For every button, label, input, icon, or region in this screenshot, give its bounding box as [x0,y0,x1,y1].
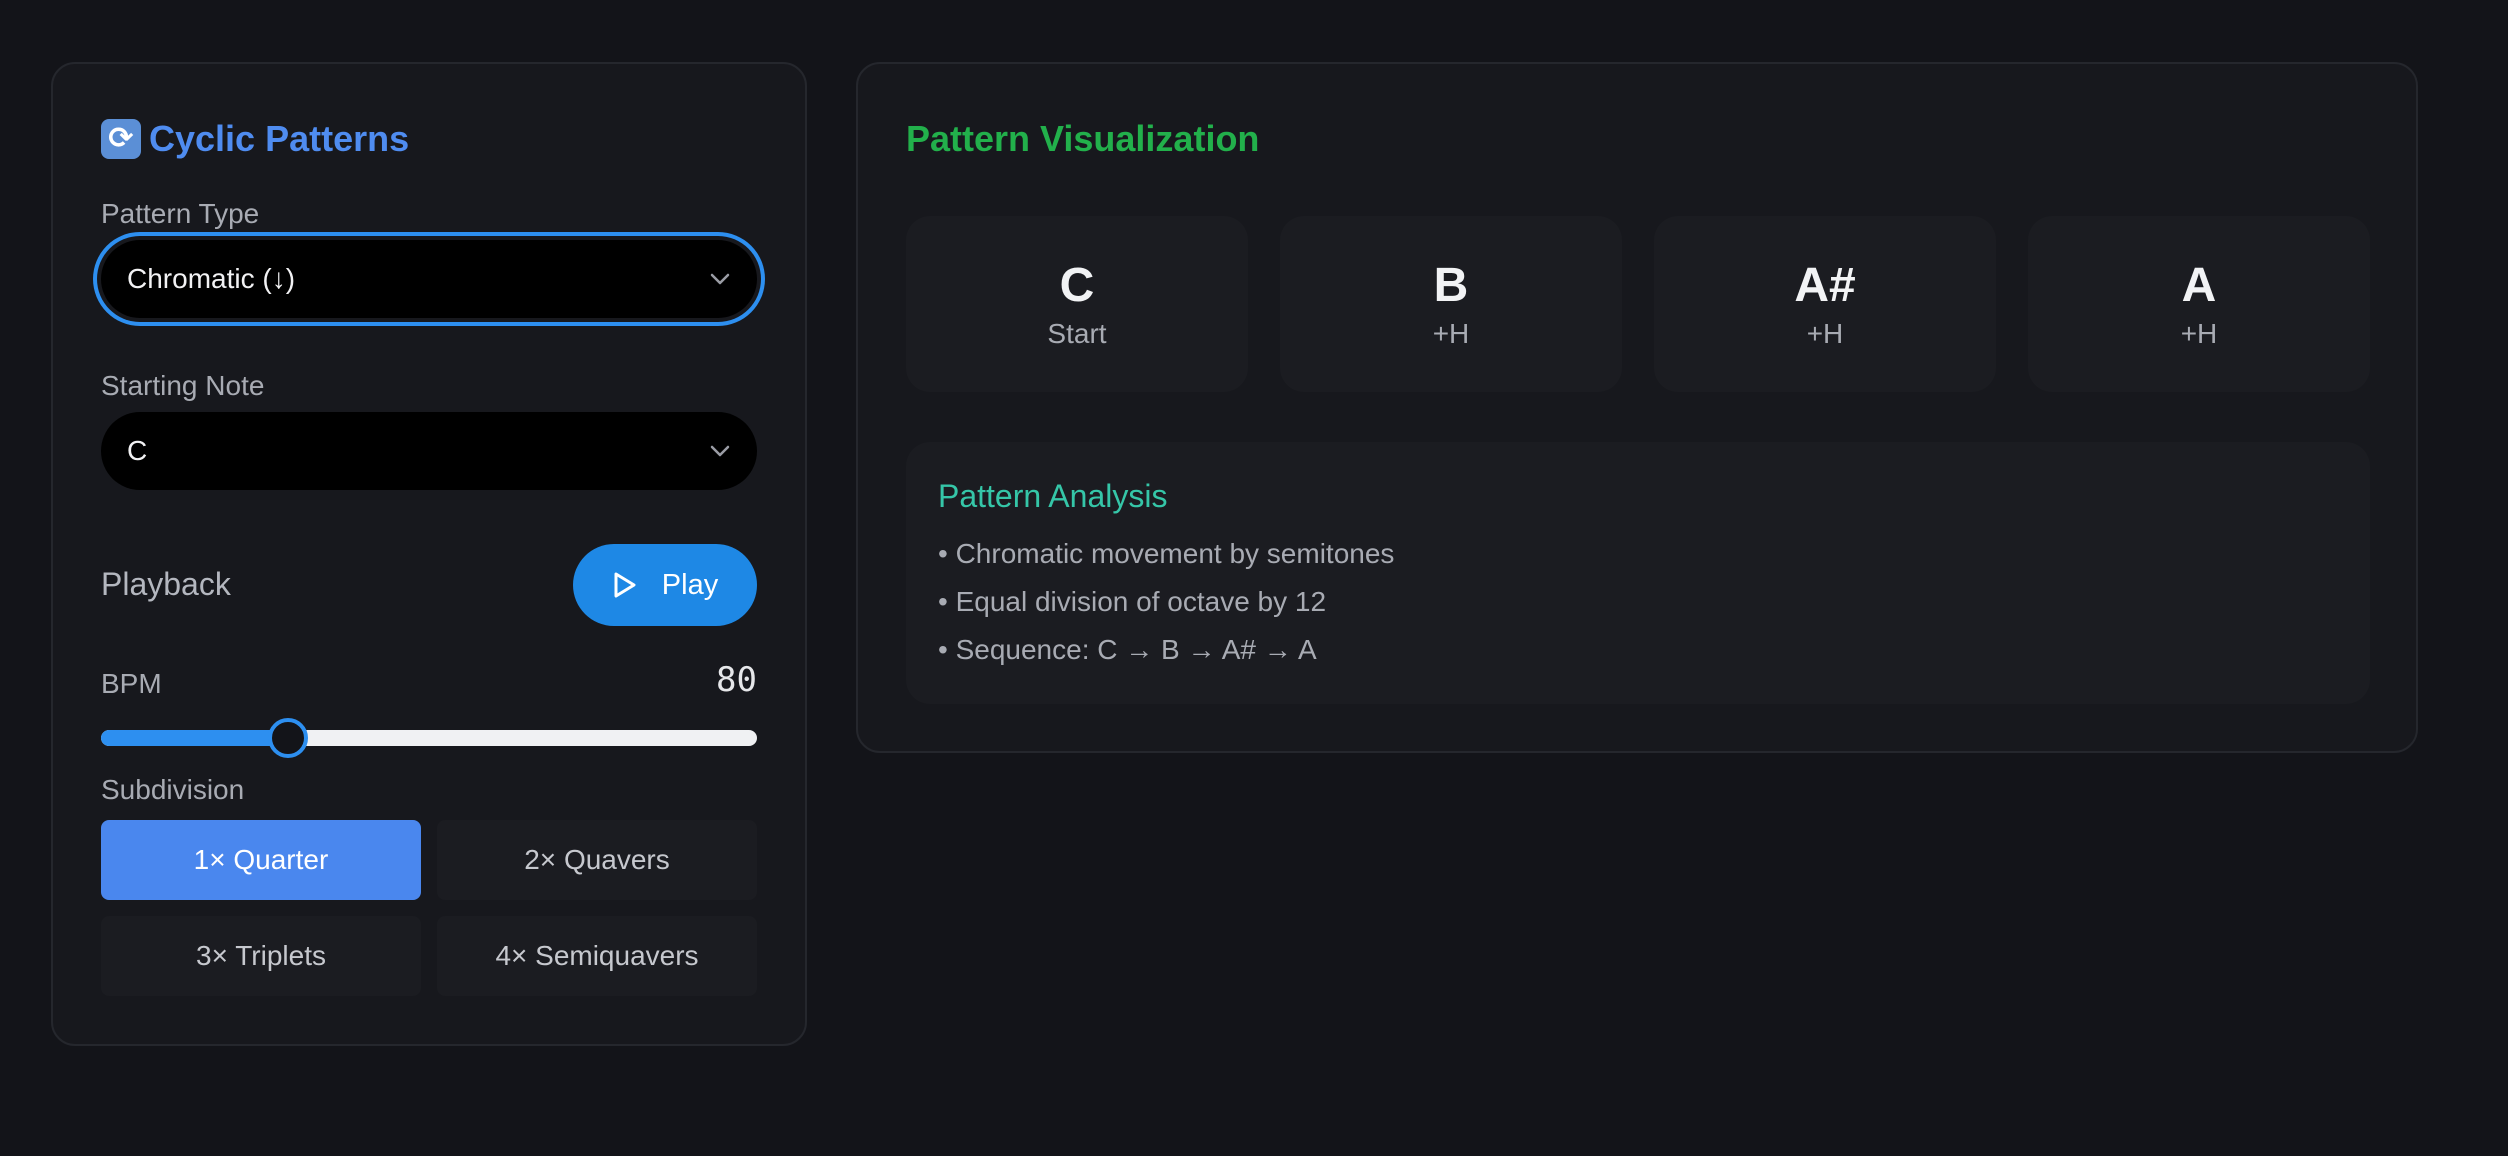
visualization-title: Pattern Visualization [906,118,1260,159]
subdivision-option-semiquavers[interactable]: 4× Semiquavers [437,916,757,996]
starting-note-label: Starting Note [101,370,265,401]
play-icon [614,572,636,598]
note-card: B +H [1280,216,1622,392]
refresh-icon: ⟳ [101,119,141,159]
analysis-title: Pattern Analysis [938,478,1168,514]
bpm-slider[interactable] [101,718,757,758]
chevron-down-icon [710,445,730,457]
analysis-line: • Equal division of octave by 12 [938,586,1327,617]
pattern-type-label: Pattern Type [101,198,260,229]
note-card: C Start [906,216,1248,392]
note-interval: +H [2180,318,2218,349]
starting-note-value: C [127,435,148,466]
bpm-slider-fill [101,730,288,746]
subdivision-option-quarter[interactable]: 1× Quarter [101,820,421,900]
pattern-type-value: Chromatic (↓) [127,263,296,294]
chevron-down-icon [710,273,730,285]
note-card: A# +H [1654,216,1996,392]
panel-title: ⟳ Cyclic Patterns [101,116,409,162]
subdivision-option-triplets[interactable]: 3× Triplets [101,916,421,996]
starting-note-select[interactable]: C [101,412,757,490]
note-interval: Start [1047,318,1107,349]
playback-label: Playback [101,566,231,602]
subdivision-label: Subdivision [101,774,245,805]
bpm-value: 80 [716,660,757,700]
note-card: A +H [2028,216,2370,392]
pattern-visualization-panel: Pattern Visualization C Start B +H A# +H… [856,62,2418,753]
pattern-analysis-box: Pattern Analysis • Chromatic movement by… [906,442,2370,704]
subdivision-option-quavers[interactable]: 2× Quavers [437,820,757,900]
bpm-label: BPM [101,668,162,699]
note-interval: +H [1806,318,1844,349]
note-name: A [2181,259,2217,312]
note-name: C [1059,259,1095,312]
play-button-label: Play [661,568,719,601]
panel-title-text: Cyclic Patterns [149,118,410,159]
bpm-slider-thumb[interactable] [267,718,308,758]
note-interval: +H [1432,318,1470,349]
analysis-line: • Chromatic movement by semitones [938,538,1395,569]
analysis-line: • Sequence: C → B → A# → A [938,634,1317,665]
note-name: B [1433,259,1469,312]
play-button[interactable]: Play [573,544,757,626]
cyclic-patterns-panel: ⟳ Cyclic Patterns Pattern Type Chromatic… [51,62,807,1046]
note-name: A# [1794,259,1856,312]
pattern-type-select[interactable]: Chromatic (↓) [101,240,757,318]
